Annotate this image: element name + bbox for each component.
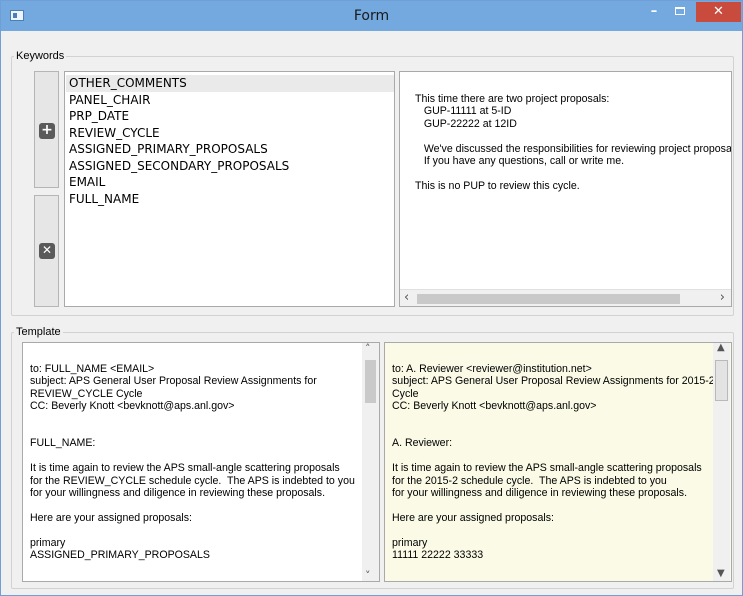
vscroll-thumb[interactable] [365, 360, 376, 403]
close-button[interactable]: ✕ [696, 2, 741, 22]
template-group-label: Template [14, 326, 63, 338]
plus-icon: + [39, 123, 55, 139]
keyword-value-text: This time there are two project proposal… [415, 93, 732, 192]
keyword-list-item[interactable]: ASSIGNED_PRIMARY_PROPOSALS [66, 141, 394, 158]
template-preview[interactable]: to: A. Reviewer <reviewer@institution.ne… [384, 342, 732, 582]
form-window: Form – ✕ Keywords + ✕ OTHER_COMMENTS PANE… [0, 0, 743, 596]
keyword-value-editor[interactable]: This time there are two project proposal… [399, 71, 732, 307]
keywords-list[interactable]: OTHER_COMMENTS PANEL_CHAIR PRP_DATE REVIEW_… [64, 71, 395, 307]
template-preview-text: to: A. Reviewer <reviewer@institution.ne… [392, 363, 715, 582]
hscroll-thumb[interactable] [417, 294, 680, 304]
scroll-down-icon[interactable]: ˅ [365, 569, 371, 581]
add-keyword-button[interactable]: + [34, 71, 59, 188]
keyword-list-item[interactable]: ASSIGNED_SECONDARY_PROPOSALS [66, 158, 394, 175]
keyword-value-hscrollbar[interactable]: ‹ › [400, 289, 731, 306]
keyword-list-item[interactable]: OTHER_COMMENTS [66, 75, 394, 92]
keyword-list-item[interactable]: REVIEW_CYCLE [66, 125, 394, 142]
template-editor[interactable]: to: FULL_NAME <EMAIL> subject: APS Gener… [22, 342, 380, 582]
maximize-icon [675, 6, 685, 15]
preview-vscrollbar[interactable]: ▲ ▼ [713, 343, 730, 581]
scroll-down-icon[interactable]: ▼ [717, 568, 725, 579]
keywords-group-label: Keywords [14, 50, 67, 62]
scroll-up-icon[interactable]: ▲ [717, 343, 725, 353]
minimize-button[interactable]: – [641, 2, 667, 22]
x-icon: ✕ [39, 243, 55, 259]
keyword-list-item[interactable]: PRP_DATE [66, 108, 394, 125]
remove-keyword-button[interactable]: ✕ [34, 195, 59, 307]
keyword-list-item[interactable]: EMAIL [66, 174, 394, 191]
title-bar[interactable]: Form – ✕ [1, 1, 742, 31]
maximize-button[interactable] [667, 2, 693, 22]
window-title: Form [353, 8, 390, 24]
template-source-text: to: FULL_NAME <EMAIL> subject: APS Gener… [30, 363, 355, 582]
scroll-left-icon[interactable]: ‹ [404, 290, 409, 305]
template-vscrollbar[interactable]: ˄ ˅ [362, 343, 379, 581]
preview-vscroll-thumb[interactable] [715, 360, 728, 401]
scroll-right-icon[interactable]: › [720, 290, 725, 305]
keyword-list-item[interactable]: FULL_NAME [66, 191, 394, 208]
scroll-up-icon[interactable]: ˄ [365, 343, 371, 355]
keyword-list-item[interactable]: PANEL_CHAIR [66, 92, 394, 109]
